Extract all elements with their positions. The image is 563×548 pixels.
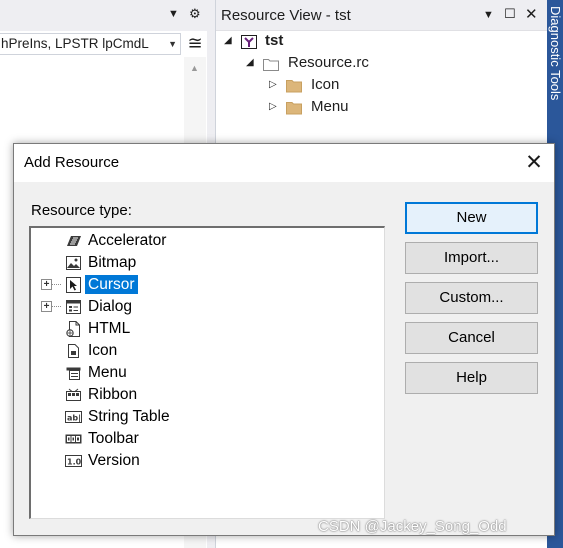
scroll-up-icon[interactable]: ▲ [190,63,199,73]
help-button[interactable]: Help [405,362,538,394]
list-item-label: Menu [88,364,127,381]
list-item-label: Version [88,452,140,469]
function-combo[interactable]: hPreIns, LPSTR lpCmdL ▼ [0,33,181,55]
list-item-label: Ribbon [88,386,138,403]
list-item-menu[interactable]: Menu [31,362,381,384]
close-icon[interactable]: ✕ [525,5,538,23]
folder-icon [286,100,302,115]
chevron-down-icon[interactable]: ▼ [483,9,494,21]
dialog-icon [65,299,82,315]
accelerator-icon [65,233,82,249]
add-resource-dialog: Add Resource ✕ Resource type: Accelerato… [13,143,555,536]
svg-text:ab|: ab| [67,414,81,423]
svg-text:1.0: 1.0 [67,458,82,467]
close-icon[interactable]: ✕ [514,144,554,182]
function-combo-value: hPreIns, LPSTR lpCmdL [1,36,149,51]
list-item-ribbon[interactable]: Ribbon [31,384,381,406]
dialog-title: Add Resource [24,154,120,171]
tree-node-label: Menu [311,98,349,115]
html-icon [65,321,82,337]
list-item-html[interactable]: HTML [31,318,381,340]
icon-resource-icon [65,343,82,359]
split-editor-button[interactable]: ≅ [184,33,206,55]
tree-node-label: tst [265,32,284,49]
tree-connector [52,284,61,285]
list-item-label: Toolbar [88,430,139,447]
list-item-toolbar[interactable]: Toolbar [31,428,381,450]
list-item-dialog[interactable]: + Dialog [31,296,381,318]
tree-node-label: Icon [311,76,340,93]
list-item-string-table[interactable]: ab| String Table [31,406,381,428]
version-icon: 1.0 [65,453,82,469]
folder-icon [286,78,302,93]
dialog-titlebar[interactable]: Add Resource ✕ [14,144,554,182]
tree-node-menu[interactable]: ▷ Menu [269,96,389,118]
string-table-icon: ab| [65,409,82,425]
tree-node-project[interactable]: ◢ tst [224,30,344,52]
toolbar-icon [65,431,82,447]
list-item-label: String Table [88,408,170,425]
pin-icon[interactable]: ☐ [504,6,516,22]
resource-view-titlebar: Resource View - tst ▼ ☐ ✕ [216,0,548,31]
resource-type-tree[interactable]: Accelerator Bitmap + Cursor + Dialog HTM… [29,226,385,519]
tree-node-label: Resource.rc [288,54,369,71]
list-item-label: HTML [88,320,131,337]
list-item-accelerator[interactable]: Accelerator [31,230,381,252]
list-item-cursor[interactable]: + Cursor [31,274,381,296]
resource-type-label: Resource type: [31,202,132,219]
tree-expanded-icon[interactable]: ◢ [246,52,258,74]
list-item-icon[interactable]: Icon [31,340,381,362]
list-item-label: Icon [88,342,118,359]
import-button[interactable]: Import... [405,242,538,274]
list-item-bitmap[interactable]: Bitmap [31,252,381,274]
gear-icon[interactable]: ⚙ [189,6,201,22]
editor-tab-strip: ▼ ⚙ [0,0,207,31]
expand-plus-icon[interactable]: + [41,301,52,312]
folder-open-icon [263,56,279,71]
project-icon [241,34,257,49]
list-item-label: Accelerator [88,232,167,249]
menu-icon [65,365,82,381]
chevron-down-icon[interactable]: ▼ [168,8,179,20]
tree-expanded-icon[interactable]: ◢ [224,30,236,52]
list-item-version[interactable]: 1.0 Version [31,450,381,472]
cancel-button[interactable]: Cancel [405,322,538,354]
expand-plus-icon[interactable]: + [41,279,52,290]
side-tab-diagnostic-tools[interactable]: Diagnostic Tools [547,0,563,130]
list-item-label: Dialog [88,298,132,315]
tree-connector [52,306,61,307]
tree-collapsed-icon[interactable]: ▷ [269,96,281,118]
watermark: CSDN @Jackey_Song_Odd [318,518,507,535]
tree-node-resource-rc[interactable]: ◢ Resource.rc [246,52,426,74]
tree-node-icon[interactable]: ▷ Icon [269,74,389,96]
cursor-icon [65,277,82,293]
tree-collapsed-icon[interactable]: ▷ [269,74,281,96]
list-item-label: Bitmap [88,254,137,271]
chevron-down-icon: ▼ [168,39,177,49]
custom-button[interactable]: Custom... [405,282,538,314]
resource-view-title: Resource View - tst [221,7,351,24]
new-button[interactable]: New [405,202,538,234]
ribbon-icon [65,387,82,403]
list-item-label: Cursor [85,275,138,294]
bitmap-icon [65,255,82,271]
